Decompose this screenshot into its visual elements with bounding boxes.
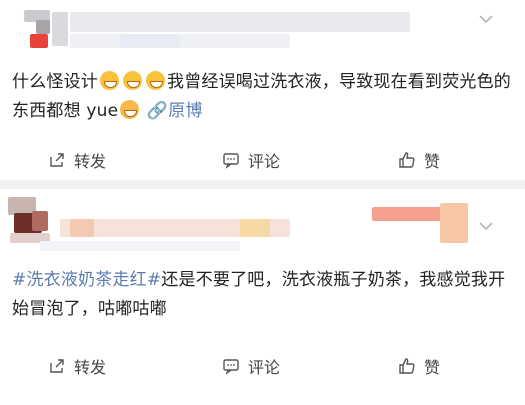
post-card: #洗衣液奶茶走红#还是不要了吧，洗衣液瓶子奶茶，我感觉我开始冒泡了，咕嘟咕嘟 转… <box>0 189 525 405</box>
link-icon: 🔗 <box>146 101 169 121</box>
share-icon <box>50 153 64 167</box>
thumbs-up-icon <box>399 152 415 168</box>
share-label: 转发 <box>74 152 107 171</box>
comment-icon <box>223 153 239 169</box>
comment-label: 评论 <box>248 152 281 171</box>
comment-button[interactable]: 评论 <box>222 140 280 180</box>
share-label: 转发 <box>74 358 107 377</box>
grinning-tears-emoji-icon <box>100 71 119 90</box>
post-text: 什么怪设计 我曾经误喝过洗衣液，导致现在看到荧光色的东西都想 yue 🔗原博 <box>12 71 511 121</box>
like-label: 赞 <box>424 358 441 377</box>
post-actions: 转发 评论 赞 <box>0 346 525 386</box>
share-button[interactable]: 转发 <box>48 140 106 180</box>
comment-icon <box>223 359 239 375</box>
post-divider <box>0 180 525 189</box>
share-button[interactable]: 转发 <box>48 346 106 386</box>
chevron-down-icon[interactable] <box>475 215 497 237</box>
chevron-down-icon[interactable] <box>475 8 497 30</box>
like-button[interactable]: 赞 <box>398 346 440 386</box>
nauseated-face-emoji-icon <box>120 100 140 119</box>
grinning-tears-emoji-icon <box>123 71 142 90</box>
grinning-tears-emoji-icon <box>146 71 165 90</box>
post-card: 什么怪设计 我曾经误喝过洗衣液，导致现在看到荧光色的东西都想 yue 🔗原博 转发… <box>0 0 525 180</box>
thumbs-up-icon <box>399 358 415 374</box>
share-icon <box>50 359 64 373</box>
hashtag-link[interactable]: #洗衣液奶茶走红# <box>12 270 161 290</box>
post-text: #洗衣液奶茶走红#还是不要了吧，洗衣液瓶子奶茶，我感觉我开始冒泡了，咕嘟咕嘟 <box>12 270 506 319</box>
comment-button[interactable]: 评论 <box>222 346 280 386</box>
like-button[interactable]: 赞 <box>398 140 440 180</box>
comment-label: 评论 <box>248 358 281 377</box>
original-post-link[interactable]: 🔗原博 <box>147 101 203 121</box>
like-label: 赞 <box>424 152 441 171</box>
post-actions: 转发 评论 赞 <box>0 140 525 180</box>
